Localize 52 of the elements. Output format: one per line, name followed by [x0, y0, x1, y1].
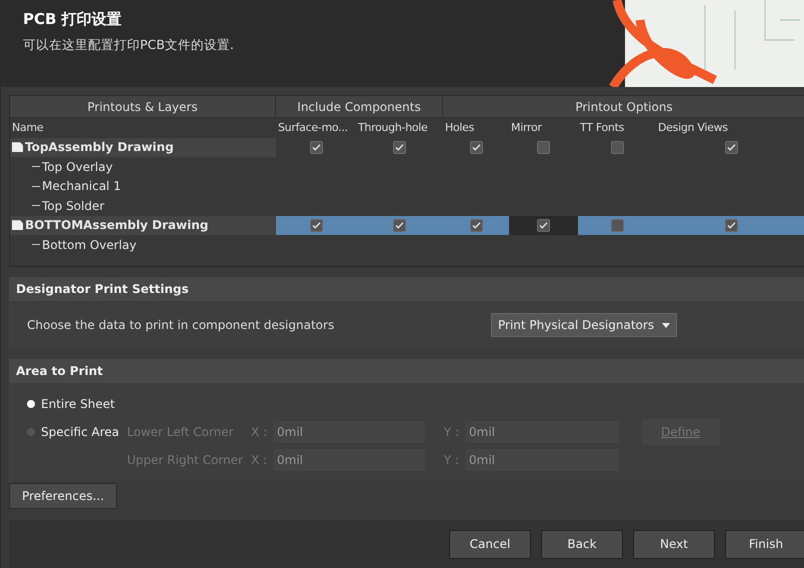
preferences-button[interactable]: Preferences... — [9, 483, 118, 509]
column-header[interactable]: Holes — [443, 121, 509, 134]
printout-row[interactable]: TopAssembly Drawing — [10, 138, 804, 157]
column-group-header: Include Components — [276, 96, 443, 117]
x-label: X : — [251, 425, 268, 439]
printout-row[interactable]: BOTTOMAssembly Drawing — [10, 216, 804, 235]
designator-label: Choose the data to print in component designators — [27, 318, 334, 332]
dialog-button[interactable]: Back — [541, 530, 623, 558]
area-radio[interactable]: Entire Sheet — [27, 393, 127, 415]
checkbox[interactable] — [393, 140, 406, 154]
column-group-header: Printout Options — [443, 96, 804, 117]
checkbox[interactable] — [537, 218, 550, 232]
column-header[interactable]: Through-hole — [356, 121, 443, 134]
checkbox[interactable] — [537, 140, 550, 154]
dialog-button[interactable]: Finish — [725, 530, 804, 558]
checkbox[interactable] — [724, 218, 738, 232]
area-radio[interactable]: Specific Area — [27, 421, 127, 443]
column-header[interactable]: Surface-mo... — [276, 121, 356, 134]
column-header[interactable]: TT Fonts — [578, 121, 656, 134]
column-group-header: Printouts & Layers — [10, 96, 276, 117]
dialog-subtitle: 可以在这里配置打印PCB文件的设置. — [23, 37, 235, 54]
checkbox[interactable] — [470, 218, 482, 232]
printout-name: BOTTOMAssembly Drawing — [25, 218, 208, 232]
caret-icon — [662, 322, 670, 328]
layer-name[interactable]: Bottom Overlay — [42, 238, 136, 252]
printout-name: TopAssembly Drawing — [25, 140, 174, 154]
document-icon — [12, 142, 23, 152]
checkbox[interactable] — [470, 140, 482, 154]
checkbox[interactable] — [610, 218, 624, 232]
layer-name[interactable]: Top Solder — [42, 198, 104, 213]
y-label: Y : — [442, 453, 460, 467]
checkbox[interactable] — [724, 140, 738, 154]
section-title: Designator Print Settings — [9, 277, 804, 301]
document-icon — [12, 220, 23, 230]
column-header[interactable]: Name — [10, 121, 276, 134]
checkbox[interactable] — [610, 140, 624, 154]
designator-dropdown[interactable]: Print Physical Designators — [491, 313, 677, 337]
layer-name[interactable]: Mechanical 1 — [42, 179, 121, 194]
corner-label: Lower Left Corner — [127, 425, 235, 439]
layer-name[interactable]: Top Overlay — [42, 160, 113, 174]
dialog-title: PCB 打印设置 — [23, 10, 123, 29]
dialog-button[interactable]: Cancel — [449, 530, 531, 558]
corner-label: Upper Right Corner — [127, 453, 244, 467]
x-label: X : — [251, 453, 268, 467]
checkbox[interactable] — [310, 140, 322, 154]
dialog-button[interactable]: Next — [633, 530, 715, 558]
y-label: Y : — [442, 425, 460, 439]
column-header[interactable]: Mirror — [509, 121, 578, 134]
column-header[interactable]: Design Views — [656, 121, 804, 134]
checkbox[interactable] — [310, 218, 322, 232]
section-title: Area to Print — [9, 359, 804, 383]
checkbox[interactable] — [393, 218, 406, 232]
